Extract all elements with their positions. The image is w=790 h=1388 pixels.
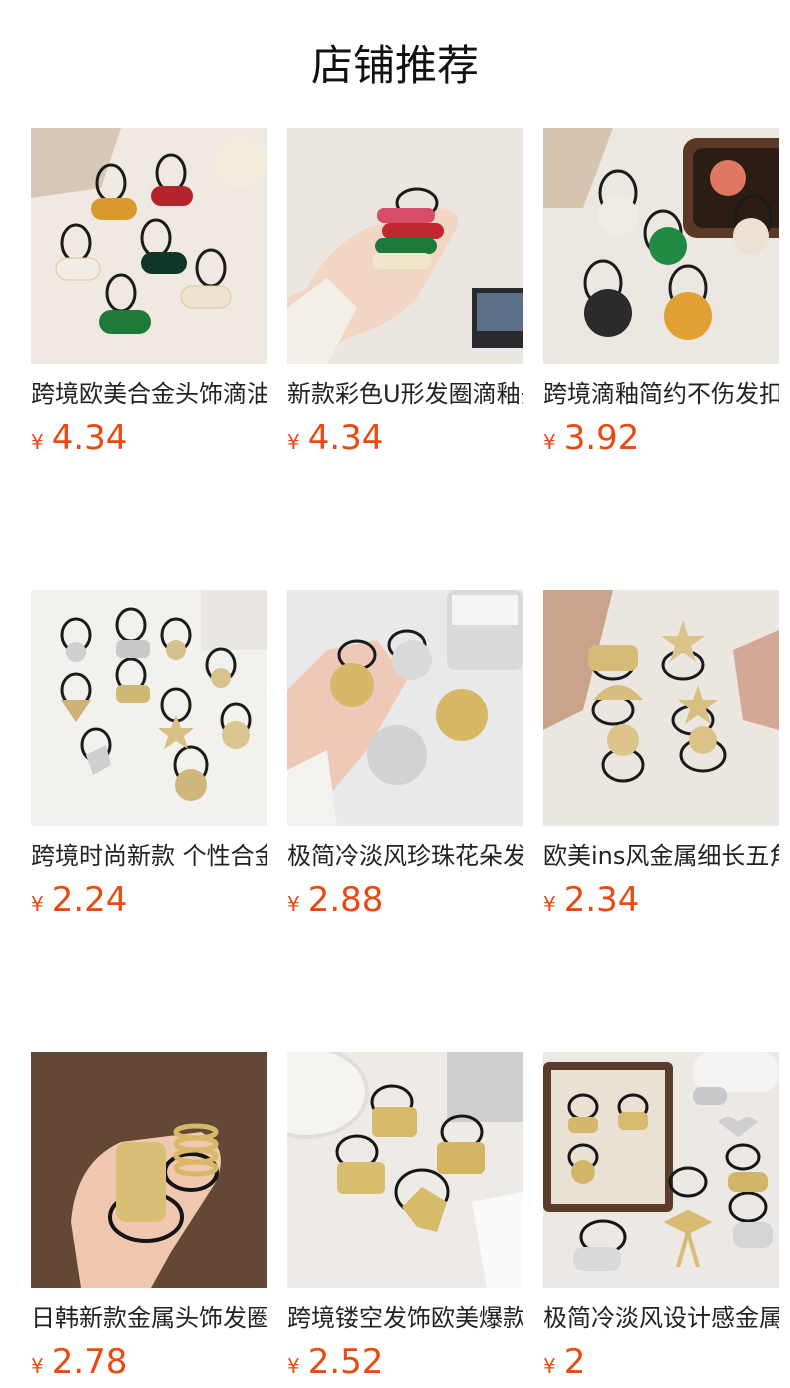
product-image[interactable] xyxy=(31,590,267,826)
price-value: 2.24 xyxy=(51,880,128,920)
product-card[interactable]: 跨境欧美合金头饰滴油发圈 ¥4.34 xyxy=(31,128,267,458)
product-image[interactable] xyxy=(31,128,267,364)
price-value: 2.78 xyxy=(51,1342,128,1382)
product-price: ¥4.34 xyxy=(31,418,267,458)
product-price: ¥2.52 xyxy=(287,1342,523,1382)
product-card[interactable]: 跨境时尚新款 个性合金发圈 ¥2.24 xyxy=(31,590,267,920)
product-image[interactable] xyxy=(543,128,779,364)
currency-symbol: ¥ xyxy=(543,430,556,454)
product-name[interactable]: 极简冷淡风珍珠花朵发圈 xyxy=(287,840,523,872)
product-price: ¥2.34 xyxy=(543,880,779,920)
product-price: ¥2.24 xyxy=(31,880,267,920)
product-card[interactable]: 日韩新款金属头饰发圈 ¥2.78 xyxy=(31,1052,267,1382)
product-card[interactable]: 极简冷淡风珍珠花朵发圈 ¥2.88 xyxy=(287,590,523,920)
currency-symbol: ¥ xyxy=(287,892,300,916)
product-card[interactable]: 极简冷淡风设计感金属发圈 ¥2 xyxy=(543,1052,779,1382)
price-value: 4.34 xyxy=(51,418,128,458)
product-grid: 跨境欧美合金头饰滴油发圈 ¥4.34 新款彩色U形发圈滴釉头绳 xyxy=(31,128,779,1382)
product-name[interactable]: 跨境欧美合金头饰滴油发圈 xyxy=(31,378,267,410)
product-card[interactable]: 新款彩色U形发圈滴釉头绳 ¥4.34 xyxy=(287,128,523,458)
product-image[interactable] xyxy=(287,590,523,826)
currency-symbol: ¥ xyxy=(287,430,300,454)
product-name[interactable]: 欧美ins风金属细长五角星发圈 xyxy=(543,840,779,872)
product-name[interactable]: 极简冷淡风设计感金属发圈 xyxy=(543,1302,779,1334)
product-name[interactable]: 新款彩色U形发圈滴釉头绳 xyxy=(287,378,523,410)
product-image[interactable] xyxy=(287,128,523,364)
product-price: ¥2 xyxy=(543,1342,779,1382)
product-price: ¥2.88 xyxy=(287,880,523,920)
currency-symbol: ¥ xyxy=(543,1354,556,1378)
product-image[interactable] xyxy=(543,1052,779,1288)
currency-symbol: ¥ xyxy=(31,430,44,454)
price-value: 2.88 xyxy=(307,880,384,920)
product-name[interactable]: 跨境滴釉简约不伤发扣头绳 xyxy=(543,378,779,410)
product-card[interactable]: 跨境滴釉简约不伤发扣头绳 ¥3.92 xyxy=(543,128,779,458)
product-card[interactable]: 欧美ins风金属细长五角星发圈 ¥2.34 xyxy=(543,590,779,920)
product-image[interactable] xyxy=(31,1052,267,1288)
price-value: 2.34 xyxy=(563,880,640,920)
price-value: 3.92 xyxy=(563,418,640,458)
product-image[interactable] xyxy=(543,590,779,826)
price-value: 2 xyxy=(563,1342,586,1382)
product-card[interactable]: 跨境镂空发饰欧美爆款发圈 ¥2.52 xyxy=(287,1052,523,1382)
price-value: 2.52 xyxy=(307,1342,384,1382)
product-name[interactable]: 日韩新款金属头饰发圈 xyxy=(31,1302,267,1334)
product-price: ¥4.34 xyxy=(287,418,523,458)
product-name[interactable]: 跨境镂空发饰欧美爆款发圈 xyxy=(287,1302,523,1334)
currency-symbol: ¥ xyxy=(287,1354,300,1378)
product-price: ¥2.78 xyxy=(31,1342,267,1382)
currency-symbol: ¥ xyxy=(543,892,556,916)
price-value: 4.34 xyxy=(307,418,384,458)
product-image[interactable] xyxy=(287,1052,523,1288)
product-price: ¥3.92 xyxy=(543,418,779,458)
currency-symbol: ¥ xyxy=(31,892,44,916)
page-title: 店铺推荐 xyxy=(310,41,479,90)
product-name[interactable]: 跨境时尚新款 个性合金发圈 xyxy=(31,840,267,872)
currency-symbol: ¥ xyxy=(31,1354,44,1378)
